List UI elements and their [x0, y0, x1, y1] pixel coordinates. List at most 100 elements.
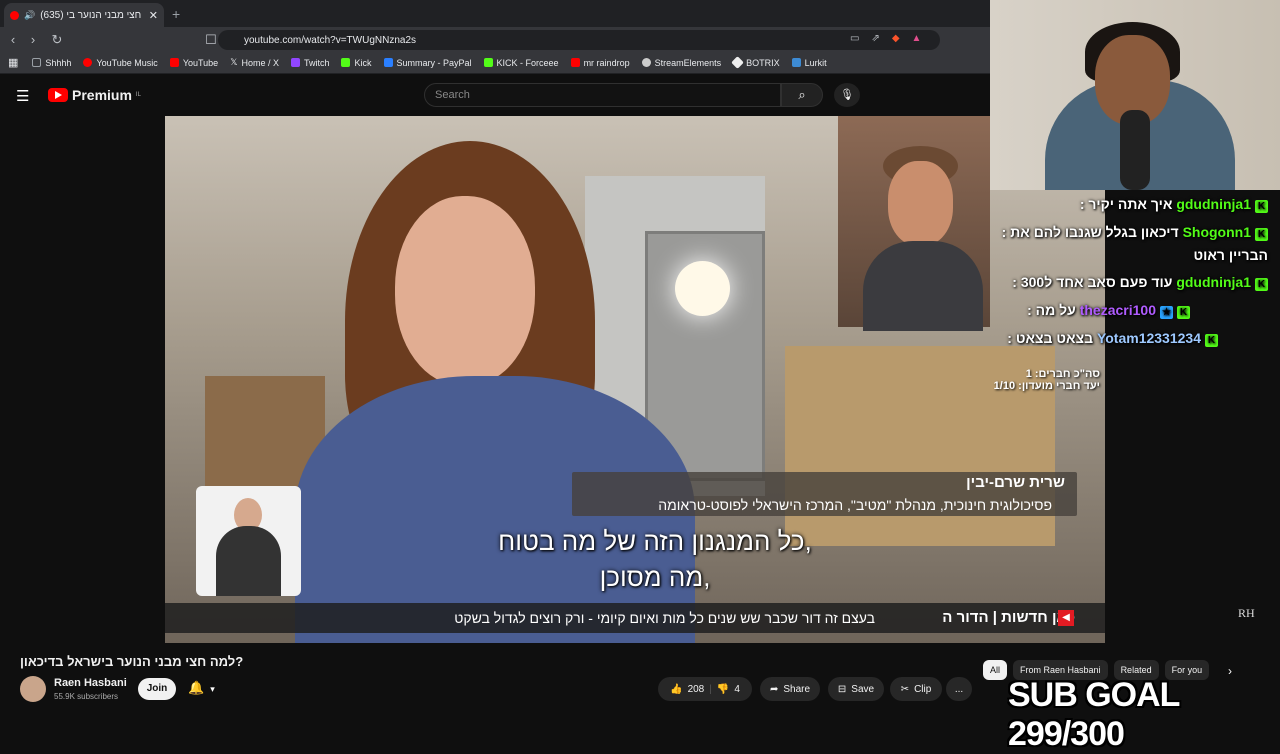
microphone-icon [1120, 110, 1150, 190]
video-title: למה חצי מבני הנוער בישראל בדיכאון? [20, 654, 244, 669]
x-icon: 𝕏 [230, 57, 238, 67]
subtitle-line-2: מה מסוכן, [599, 562, 711, 592]
subscriber-count: 55.9K subscribers [54, 692, 119, 701]
kick-badge-icon: K [1255, 200, 1268, 213]
webcam-person-body [863, 241, 983, 331]
clip-button[interactable]: ✂ Clip [890, 677, 942, 701]
brave-rewards-icon[interactable]: ▲ [912, 33, 922, 44]
notification-bell-icon[interactable]: 🔔 ▾ [188, 680, 215, 696]
kick-icon [341, 58, 351, 67]
kick-badge-icon: K [1255, 228, 1268, 241]
sign-language-interpreter [196, 486, 301, 596]
twitch-icon [290, 58, 300, 67]
bookmark-mr-raindrop[interactable]: mr raindrop [570, 58, 630, 68]
thumbs-down-icon: 👎 [716, 683, 730, 695]
bookmark-paypal[interactable]: Summary - PayPal [383, 58, 472, 68]
search-input[interactable]: Search [424, 83, 781, 107]
browser-tab[interactable]: 🔊 (635) למה חצי מבני הנוער בי... ✕ [4, 3, 164, 27]
kick-badge-icon: K [1205, 334, 1218, 347]
news-ticker-brand: כאן חדשות | הדור ה [942, 609, 1075, 626]
bookmark-icon: ⊟ [837, 683, 847, 695]
sub-goal-overlay: SUB GOAL 299/300 [1008, 676, 1180, 753]
bookmark-x[interactable]: 𝕏 Home / X [230, 57, 279, 68]
subscriber-badge-icon: ★ [1160, 306, 1173, 319]
kick-badge-icon: K [1177, 306, 1190, 319]
microphone-icon[interactable]: 🎙 [834, 83, 860, 107]
bookmark-streamelements[interactable]: StreamElements [641, 58, 721, 68]
brave-shield-icon[interactable]: ◆ [892, 33, 900, 44]
bookmark-youtube[interactable]: YouTube [169, 58, 218, 68]
paypal-icon [383, 58, 393, 67]
url-text: youtube.com/watch?v=TWUgNNzna2s [244, 34, 417, 46]
share-button[interactable]: ➦ Share [760, 677, 820, 701]
club-member-info: סה"כ חברים: 1 יעד חברי מועדון: 1/10 [993, 368, 1100, 392]
webcam-person-face [888, 161, 953, 246]
chat-message-continued: הבריין ראוט [1193, 247, 1268, 263]
chat-message: Kgdudninja1 איך אתה יקיר : [1080, 196, 1268, 213]
menu-icon[interactable]: ☰ [16, 87, 29, 105]
forward-icon[interactable]: › [23, 32, 43, 47]
like-dislike-group: 👍 208 | 👎 4 [658, 677, 752, 701]
botrix-icon [731, 56, 744, 69]
bookmark-botrix[interactable]: BOTRIX [731, 56, 780, 69]
streamer-webcam [990, 0, 1280, 190]
lurkit-icon [791, 58, 801, 67]
avatar[interactable] [20, 676, 46, 702]
youtube-icon [169, 58, 179, 67]
kick-badge-icon: K [1255, 278, 1268, 291]
interpreter-body [216, 526, 281, 596]
bookmark-lurkit[interactable]: Lurkit [791, 58, 827, 68]
apps-icon[interactable]: ▦ [8, 56, 18, 69]
bookmarks-bar: ▦ Shhhh YouTube Music YouTube 𝕏 Home / X … [0, 52, 990, 74]
kick-icon [483, 58, 493, 67]
news-ticker-text: בעצם זה דור שכבר שש שנים כל מות ואיום קי… [454, 610, 875, 626]
browser-extension-icons: ▭ ⇗ ◆ ▲ [850, 33, 921, 44]
cast-icon[interactable]: ▭ [850, 33, 859, 44]
save-button[interactable]: ⊟ Save [828, 677, 884, 701]
share-icon[interactable]: ⇗ [871, 33, 879, 44]
more-actions-button[interactable]: ... [946, 677, 972, 701]
stream-chat-overlay: Kgdudninja1 איך אתה יקיר : KShogonn1 דיכ… [988, 190, 1280, 360]
channel-name[interactable]: Raen Hasbani [54, 677, 127, 689]
bookmark-kick-forceee[interactable]: KICK - Forceee [483, 58, 559, 68]
audio-icon[interactable]: 🔊 [24, 10, 35, 21]
reload-icon[interactable]: ↻ [47, 32, 67, 48]
join-button[interactable]: Join [138, 678, 176, 700]
chip-all[interactable]: All [983, 660, 1008, 680]
back-icon[interactable]: ‹ [3, 32, 23, 47]
thumbs-up-icon: 👍 [670, 683, 683, 695]
more-icon: ... [954, 683, 964, 695]
like-button[interactable]: 👍 208 [670, 684, 704, 695]
kan-logo-icon: ◀ [1058, 610, 1074, 626]
chevron-down-icon: ▾ [210, 684, 215, 694]
tab-title: (635) למה חצי מבני הנוער בי... [40, 9, 144, 21]
bookmark-shhhh[interactable]: Shhhh [32, 58, 71, 68]
youtube-favicon-icon [10, 10, 19, 20]
dislike-button[interactable]: 👎 4 [717, 684, 740, 695]
youtube-play-icon [48, 88, 68, 102]
scissors-icon: ✂ [900, 683, 910, 695]
youtube-icon [570, 58, 580, 67]
close-tab-icon[interactable]: ✕ [149, 9, 158, 22]
chat-message: KYotam12331234 בצאט בצאט : [1007, 330, 1218, 347]
lower-third-name: שרית שרם-יבין [966, 474, 1065, 491]
chat-message: KShogonn1 דיכאון בגלל שגנבו להם את : [1002, 224, 1268, 241]
chat-message: K★thezacri100 על מה : [1027, 302, 1190, 319]
folder-icon [32, 58, 42, 67]
search-icon[interactable]: ⌕ [781, 83, 823, 107]
video-background-lamp [675, 261, 730, 316]
new-tab-button[interactable]: + [172, 6, 180, 22]
secondary-webcam [838, 116, 990, 331]
bookmark-twitch[interactable]: Twitch [290, 58, 329, 68]
bookmark-kick[interactable]: Kick [341, 58, 372, 68]
address-bar[interactable]: youtube.com/watch?v=TWUgNNzna2s [218, 30, 940, 50]
subtitle-line-1: כל המנגנון הזה של מה בטוח, [498, 526, 812, 556]
video-person-face [395, 196, 535, 386]
lower-third-role: פסיכולוגית חינוכית, מנהלת "מטיב", המרכז … [658, 497, 1052, 513]
streamelements-icon [641, 58, 651, 67]
share-icon: ➦ [769, 683, 779, 695]
youtube-premium-logo[interactable]: Premium IL [48, 87, 141, 103]
chat-message: Kgdudninja1 עוד פעם סאב אחד ל300 : [1012, 274, 1268, 291]
youtube-music-icon [83, 58, 93, 67]
bookmark-youtube-music[interactable]: YouTube Music [83, 58, 158, 68]
